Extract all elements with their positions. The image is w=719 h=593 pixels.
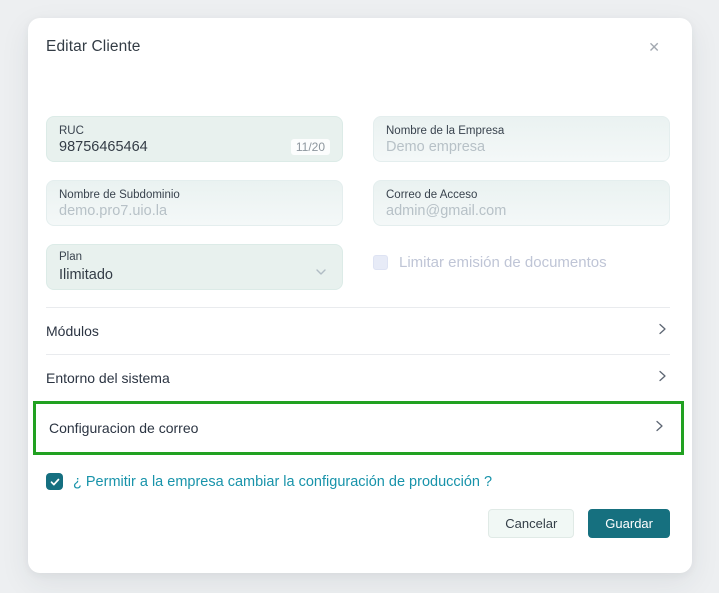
company-name-field: Nombre de la Empresa <box>373 116 670 162</box>
button-row: Cancelar Guardar <box>46 509 670 538</box>
chevron-down-icon <box>314 265 328 284</box>
section-entorno[interactable]: Entorno del sistema <box>46 354 670 401</box>
ruc-input[interactable] <box>59 139 283 155</box>
highlight-box: Configuracion de correo <box>33 401 684 455</box>
accordion-sections: Módulos Entorno del sistema Configuracio… <box>46 307 670 455</box>
section-modulos-label: Módulos <box>46 323 99 339</box>
access-email-field: Correo de Acceso <box>373 180 670 226</box>
char-counter: 11/20 <box>291 139 330 155</box>
ruc-field: RUC 11/20 <box>46 116 343 162</box>
modal-title: Editar Cliente <box>46 38 140 56</box>
permit-checkbox[interactable] <box>46 473 63 490</box>
chevron-right-icon <box>654 321 670 342</box>
modal-content: RUC 11/20 Nombre de la Empresa Nombre de… <box>28 116 692 538</box>
plan-select[interactable]: Plan Ilimitado <box>46 244 343 290</box>
section-entorno-label: Entorno del sistema <box>46 370 170 386</box>
company-name-label: Nombre de la Empresa <box>386 125 657 137</box>
section-modulos[interactable]: Módulos <box>46 307 670 354</box>
company-name-input[interactable] <box>386 139 657 155</box>
cancel-button[interactable]: Cancelar <box>488 509 574 538</box>
subdomain-field: Nombre de Subdominio <box>46 180 343 226</box>
section-configuracion-correo[interactable]: Configuracion de correo <box>49 404 667 452</box>
section-configuracion-correo-label: Configuracion de correo <box>49 420 198 436</box>
plan-selected-value: Ilimitado <box>59 267 314 283</box>
limit-docs-label: Limitar emisión de documentos <box>399 254 607 271</box>
edit-client-modal: Editar Cliente ✕ RUC 11/20 Nombre de la … <box>28 18 692 573</box>
limit-docs-checkbox-row: Limitar emisión de documentos <box>373 254 670 271</box>
close-icon[interactable]: ✕ <box>648 40 660 54</box>
checkmark-icon <box>49 476 61 488</box>
modal-header: Editar Cliente ✕ <box>28 18 692 56</box>
subdomain-input[interactable] <box>59 203 330 219</box>
form-grid: RUC 11/20 Nombre de la Empresa Nombre de… <box>46 116 670 290</box>
subdomain-label: Nombre de Subdominio <box>59 189 330 201</box>
plan-label: Plan <box>59 251 330 263</box>
permit-label: ¿ Permitir a la empresa cambiar la confi… <box>73 474 492 490</box>
ruc-label: RUC <box>59 125 330 137</box>
limit-docs-checkbox[interactable] <box>373 255 388 270</box>
access-email-label: Correo de Acceso <box>386 189 657 201</box>
save-button[interactable]: Guardar <box>588 509 670 538</box>
access-email-input[interactable] <box>386 203 657 219</box>
chevron-right-icon <box>651 418 667 439</box>
chevron-right-icon <box>654 368 670 389</box>
permit-checkbox-row: ¿ Permitir a la empresa cambiar la confi… <box>46 473 670 490</box>
